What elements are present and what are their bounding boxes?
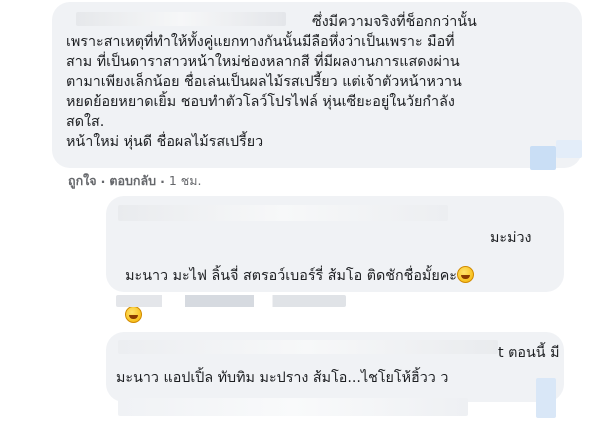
blurred-avatar-1: [530, 146, 556, 170]
comment-2-body: มะนาว มะไฟ ลิ้นจี่ สตรอว์เบอร์รี่ ส้มโอ …: [125, 268, 457, 284]
comment-3-lead: t ตอนนี้ มี: [498, 345, 560, 361]
separator-dot-2: ·: [160, 173, 165, 189]
like-link[interactable]: ถูกใจ: [68, 171, 97, 191]
blurred-meta-2: [116, 295, 346, 307]
blurred-author-name-2: [118, 205, 448, 221]
comment-2-lead: มะม่วง: [490, 230, 532, 246]
comment-1-text: ซึ่งมีความจริงที่ช็อกกว่านั้น เพราะสาเหต…: [66, 14, 477, 150]
timestamp[interactable]: 1 ชม.: [169, 171, 202, 191]
comment-2-text: มะนาว มะไฟ ลิ้นจี่ สตรอว์เบอร์รี่ ส้มโอ …: [116, 246, 556, 326]
laughing-emoji-icon-2: [125, 306, 143, 323]
comment-1-actions: ถูกใจ · ตอบกลับ · 1 ชม.: [68, 171, 201, 191]
reply-link[interactable]: ตอบกลับ: [109, 171, 156, 191]
blurred-avatar-3: [536, 378, 556, 418]
blurred-avatar-1b: [556, 140, 582, 158]
laughing-emoji-icon: [456, 266, 474, 283]
blurred-author-name-3: [118, 340, 498, 354]
blurred-meta-3: [118, 398, 468, 416]
separator-dot: ·: [100, 173, 106, 189]
comment-3-text: มะนาว แอปเปิ้ล ทับทิม มะปราง ส้มโอ...ไชโ…: [116, 370, 449, 386]
